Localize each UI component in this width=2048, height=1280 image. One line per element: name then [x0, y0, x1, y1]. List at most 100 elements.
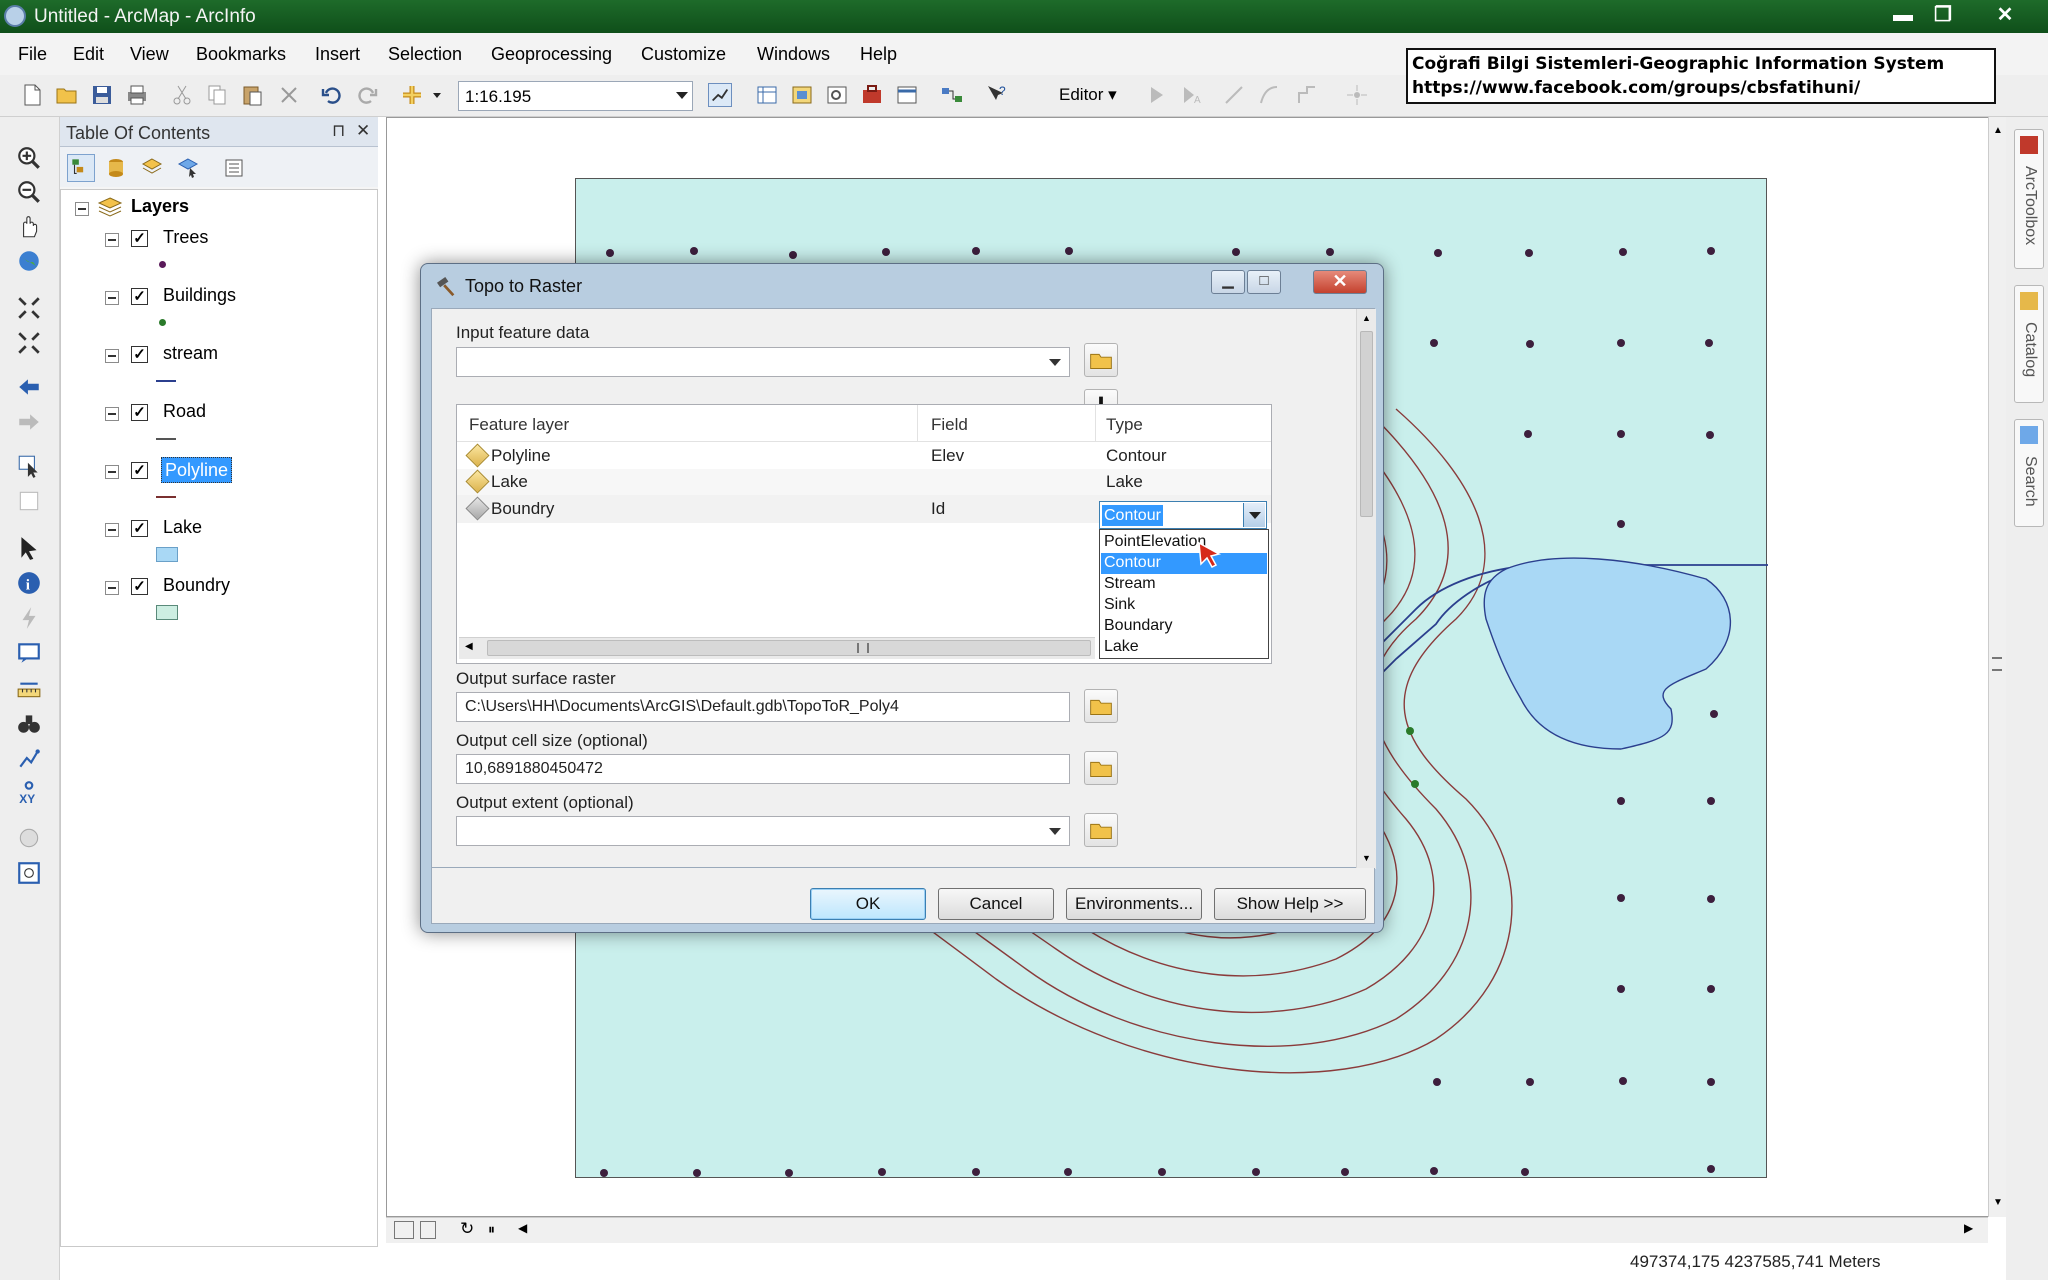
endpoint-arc-icon[interactable]	[1257, 83, 1281, 107]
chevron-down-icon[interactable]	[1049, 359, 1061, 366]
data-frame-layers[interactable]: Layers	[131, 196, 189, 222]
column-header-field[interactable]: Field	[931, 415, 968, 435]
model-builder-icon[interactable]	[940, 83, 964, 107]
hyperlink-lightning-icon[interactable]	[16, 605, 42, 631]
table-of-contents-icon[interactable]	[755, 83, 779, 107]
road-collapse-toggle[interactable]	[105, 407, 119, 421]
dock-tab-search[interactable]: Search	[2014, 419, 2044, 527]
type-option-contour[interactable]: Contour	[1101, 553, 1267, 574]
scroll-left-icon[interactable]: ◀	[465, 641, 473, 652]
banner-link[interactable]: https://www.facebook.com/groups/cbsfatih…	[1412, 76, 1990, 100]
copy-icon[interactable]	[205, 83, 229, 107]
column-header-feature-layer[interactable]: Feature layer	[469, 415, 569, 435]
buildings-collapse-toggle[interactable]	[105, 291, 119, 305]
list-by-visibility-icon[interactable]	[140, 156, 164, 180]
zoom-in-icon[interactable]	[16, 145, 42, 171]
trees-point-symbol[interactable]	[159, 261, 166, 268]
print-icon[interactable]	[125, 83, 149, 107]
type-option-boundary[interactable]: Boundary	[1101, 616, 1267, 637]
list-by-drawing-order-icon[interactable]	[67, 154, 95, 182]
scroll-down-icon[interactable]: ▼	[1362, 853, 1371, 863]
find-route-icon[interactable]	[16, 745, 42, 771]
type-option-sink[interactable]: Sink	[1101, 595, 1267, 616]
measure-ruler-icon[interactable]	[16, 675, 42, 701]
lake-polygon-symbol[interactable]	[156, 547, 178, 562]
boundry-visibility-checkbox[interactable]: ✓	[131, 578, 148, 595]
trace-icon[interactable]	[1295, 83, 1319, 107]
layer-buildings[interactable]: Buildings	[163, 285, 236, 311]
browse-extent-button[interactable]	[1084, 813, 1118, 847]
save-icon[interactable]	[90, 83, 114, 107]
minimize-button[interactable]: ▬	[1884, 2, 1922, 28]
add-data-dropdown-icon[interactable]	[430, 83, 444, 107]
edit-annotation-icon[interactable]: A	[1180, 83, 1204, 107]
arctoolbox-icon[interactable]	[860, 83, 884, 107]
type-option-lake[interactable]: Lake	[1101, 637, 1267, 658]
menu-file[interactable]: File	[18, 44, 47, 65]
dialog-vertical-scrollbar[interactable]: ▲ ▼	[1356, 309, 1376, 869]
lake-collapse-toggle[interactable]	[105, 523, 119, 537]
table-row[interactable]: Polyline Elev Contour	[457, 443, 1271, 469]
row-type[interactable]: Contour	[1106, 446, 1166, 466]
menu-bookmarks[interactable]: Bookmarks	[196, 44, 286, 65]
menu-geoprocessing[interactable]: Geoprocessing	[491, 44, 612, 65]
editor-toolbar-toggle-icon[interactable]	[708, 83, 732, 107]
data-view-toggle-icon[interactable]	[420, 1221, 436, 1239]
close-button[interactable]: ✕	[1986, 2, 2024, 28]
scroll-up-icon[interactable]: ▲	[1993, 125, 2003, 136]
menu-edit[interactable]: Edit	[73, 44, 104, 65]
full-extent-globe-icon[interactable]	[16, 248, 42, 274]
cancel-button[interactable]: Cancel	[938, 888, 1054, 920]
time-slider-icon[interactable]	[16, 825, 42, 851]
list-by-selection-icon[interactable]	[176, 156, 200, 180]
create-viewer-window-icon[interactable]	[16, 860, 42, 886]
menu-customize[interactable]: Customize	[641, 44, 726, 65]
road-visibility-checkbox[interactable]: ✓	[131, 404, 148, 421]
table-horizontal-scrollbar[interactable]: ◀	[459, 637, 1095, 659]
menu-insert[interactable]: Insert	[315, 44, 360, 65]
stream-line-symbol[interactable]	[156, 380, 176, 382]
road-line-symbol[interactable]	[156, 438, 176, 440]
whats-this-icon[interactable]: ?	[985, 83, 1009, 107]
search-window-icon[interactable]	[825, 83, 849, 107]
layer-trees[interactable]: Trees	[163, 227, 208, 253]
paste-icon[interactable]	[240, 83, 264, 107]
dialog-minimize-button[interactable]: ▁	[1211, 270, 1245, 294]
row-type[interactable]: Lake	[1106, 472, 1143, 492]
chevron-down-icon[interactable]	[1049, 828, 1061, 835]
list-by-source-icon[interactable]	[104, 156, 128, 180]
polyline-visibility-checkbox[interactable]: ✓	[131, 462, 148, 479]
boundry-collapse-toggle[interactable]	[105, 581, 119, 595]
clear-selection-icon[interactable]	[16, 488, 42, 514]
edit-tool-icon[interactable]	[1145, 83, 1169, 107]
type-option-pointelevation[interactable]: PointElevation	[1101, 532, 1267, 553]
layout-view-toggle-icon[interactable]	[394, 1221, 414, 1239]
html-popup-icon[interactable]	[16, 640, 42, 666]
environments-button[interactable]: Environments...	[1066, 888, 1202, 920]
toc-close-icon[interactable]: ✕	[356, 121, 370, 141]
dialog-close-button[interactable]: ✕	[1313, 270, 1367, 294]
find-binoculars-icon[interactable]	[16, 710, 42, 736]
catalog-window-icon[interactable]	[790, 83, 814, 107]
fixed-zoom-in-icon[interactable]	[16, 295, 42, 321]
map-scale-combo[interactable]: 1:16.195	[458, 81, 693, 111]
layer-road[interactable]: Road	[163, 401, 206, 427]
polyline-line-symbol[interactable]	[156, 496, 176, 498]
row-field[interactable]: Id	[931, 499, 945, 519]
type-option-stream[interactable]: Stream	[1101, 574, 1267, 595]
refresh-icon[interactable]: ↻	[460, 1219, 474, 1239]
ok-button[interactable]: OK	[810, 888, 926, 920]
show-help-button[interactable]: Show Help >>	[1214, 888, 1366, 920]
menu-selection[interactable]: Selection	[388, 44, 462, 65]
select-features-icon[interactable]	[16, 453, 42, 479]
output-raster-field[interactable]: C:\Users\HH\Documents\ArcGIS\Default.gdb…	[456, 692, 1070, 722]
map-horizontal-scrollbar[interactable]: ↻ ⏸ ◀ ▶	[386, 1217, 1988, 1243]
layers-collapse-toggle[interactable]	[75, 202, 89, 216]
delete-icon[interactable]	[277, 83, 301, 107]
edit-vertices-icon[interactable]	[1345, 83, 1369, 107]
buildings-point-symbol[interactable]	[159, 319, 166, 326]
toc-options-icon[interactable]	[222, 156, 246, 180]
browse-cell-size-button[interactable]	[1084, 751, 1118, 785]
stream-visibility-checkbox[interactable]: ✓	[131, 346, 148, 363]
open-folder-icon[interactable]	[55, 83, 79, 107]
